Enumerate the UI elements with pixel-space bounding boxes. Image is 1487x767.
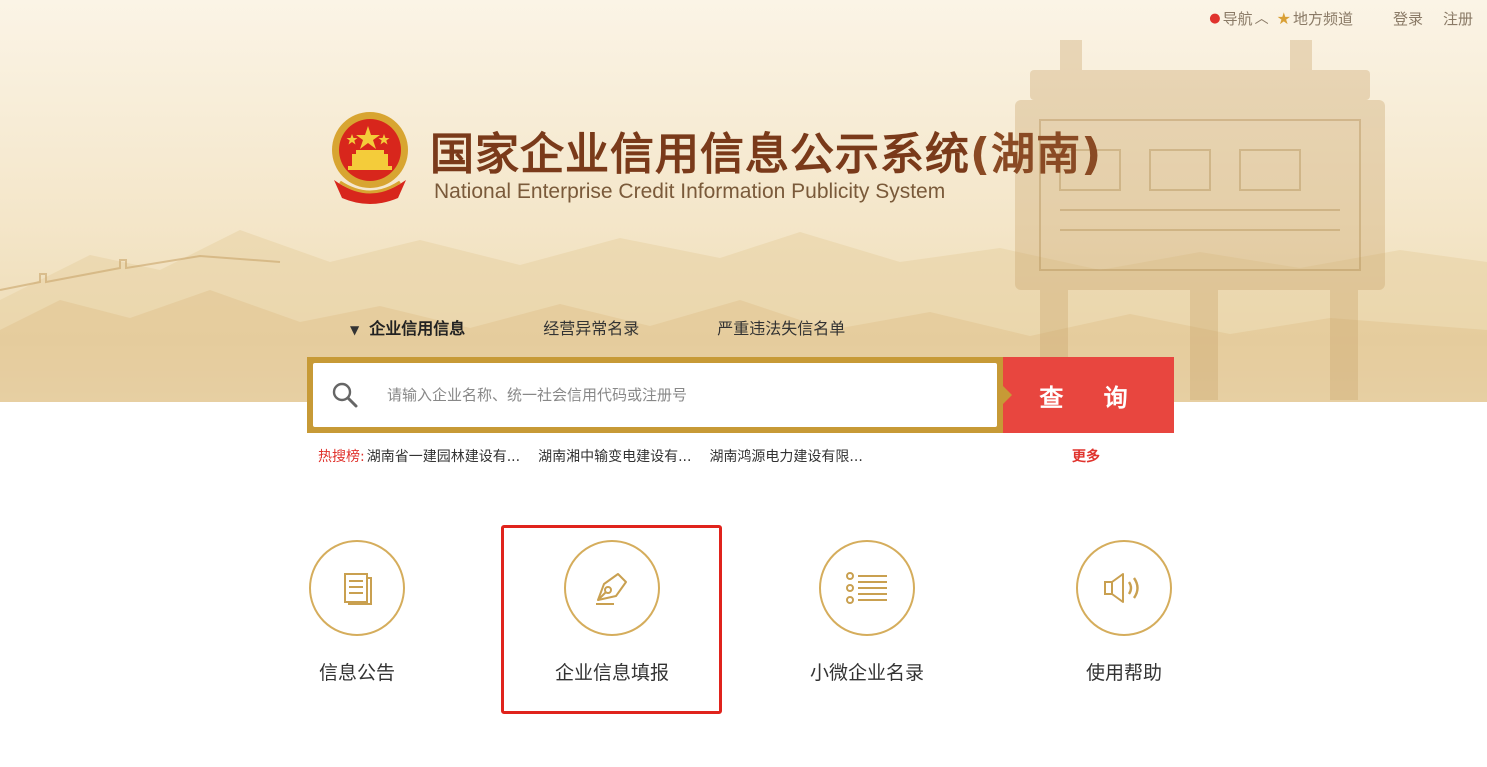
search-bar: 查 询 <box>307 357 1174 433</box>
hot-search-item[interactable]: 湖南湘中输变电建设有... <box>538 446 691 466</box>
tab-dishonest-list[interactable]: 严重违法失信名单 <box>717 315 845 339</box>
page-title: 国家企业信用信息公示系统(湖南) <box>430 118 1102 182</box>
register-link[interactable]: 注册 <box>1443 8 1473 29</box>
quick-link-info-announcement[interactable]: 信息公告 <box>277 540 437 685</box>
login-link[interactable]: 登录 <box>1393 8 1423 29</box>
location-pin-icon: ● <box>1209 10 1221 26</box>
hot-search-label: 热搜榜: <box>318 449 365 465</box>
quick-link-label: 使用帮助 <box>1085 662 1162 684</box>
nav-navigation-label: 导航 <box>1222 9 1253 28</box>
quick-link-circle <box>819 540 915 636</box>
title-region: (湖南) <box>970 129 1103 180</box>
page-subtitle-en: National Enterprise Credit Information P… <box>434 180 946 203</box>
hot-search-more-link[interactable]: 更多 <box>1072 446 1100 466</box>
quick-link-circle <box>1076 540 1172 636</box>
search-button[interactable]: 查 询 <box>1002 357 1174 433</box>
hot-search-item[interactable]: 湖南省一建园林建设有... <box>367 446 520 466</box>
speaker-icon <box>1104 573 1139 603</box>
quick-link-micro-enterprises[interactable]: 小微企业名录 <box>787 540 947 685</box>
quick-link-circle <box>309 540 405 636</box>
hot-search-item[interactable]: 湖南鸿源电力建设有限... <box>709 446 862 466</box>
highlight-box <box>501 525 722 714</box>
quick-link-help[interactable]: 使用帮助 <box>1044 540 1204 685</box>
document-icon <box>344 573 372 605</box>
search-field-frame <box>307 357 1003 433</box>
quick-link-label: 信息公告 <box>318 662 395 684</box>
list-icon <box>846 572 887 604</box>
nav-local-channel[interactable]: ★ 地方频道 <box>1269 8 1353 29</box>
tab-enterprise-credit[interactable]: ▼ 企业信用信息 <box>350 315 465 339</box>
top-nav: ● 导航 ︿ ★ 地方频道 登录 注册 <box>1209 8 1473 28</box>
nav-navigation[interactable]: ● 导航 ︿ <box>1209 8 1268 29</box>
search-icon <box>332 382 358 408</box>
page: ● 导航 ︿ ★ 地方频道 登录 注册 国家企业信用信息公示系统(湖南) Nat… <box>0 0 1487 767</box>
search-input[interactable] <box>385 385 949 405</box>
search-field <box>313 363 997 427</box>
quick-link-label: 小微企业名录 <box>809 662 924 684</box>
star-icon: ★ <box>1276 8 1291 28</box>
tab-abnormal-list[interactable]: 经营异常名录 <box>543 315 639 339</box>
hot-search: 热搜榜: 湖南省一建园林建设有... 湖南湘中输变电建设有... 湖南鸿源电力建… <box>318 446 881 466</box>
title-main: 国家企业信用信息公示系统 <box>430 129 970 180</box>
search-tabs: ▼ 企业信用信息 经营异常名录 严重违法失信名单 <box>350 315 845 339</box>
national-emblem-icon <box>332 112 408 204</box>
triangle-down-icon: ▼ <box>350 323 360 337</box>
nav-local-channel-label: 地方频道 <box>1292 9 1353 28</box>
tab-enterprise-credit-label: 企业信用信息 <box>369 319 466 338</box>
chevron-up-icon: ︿ <box>1254 11 1269 27</box>
